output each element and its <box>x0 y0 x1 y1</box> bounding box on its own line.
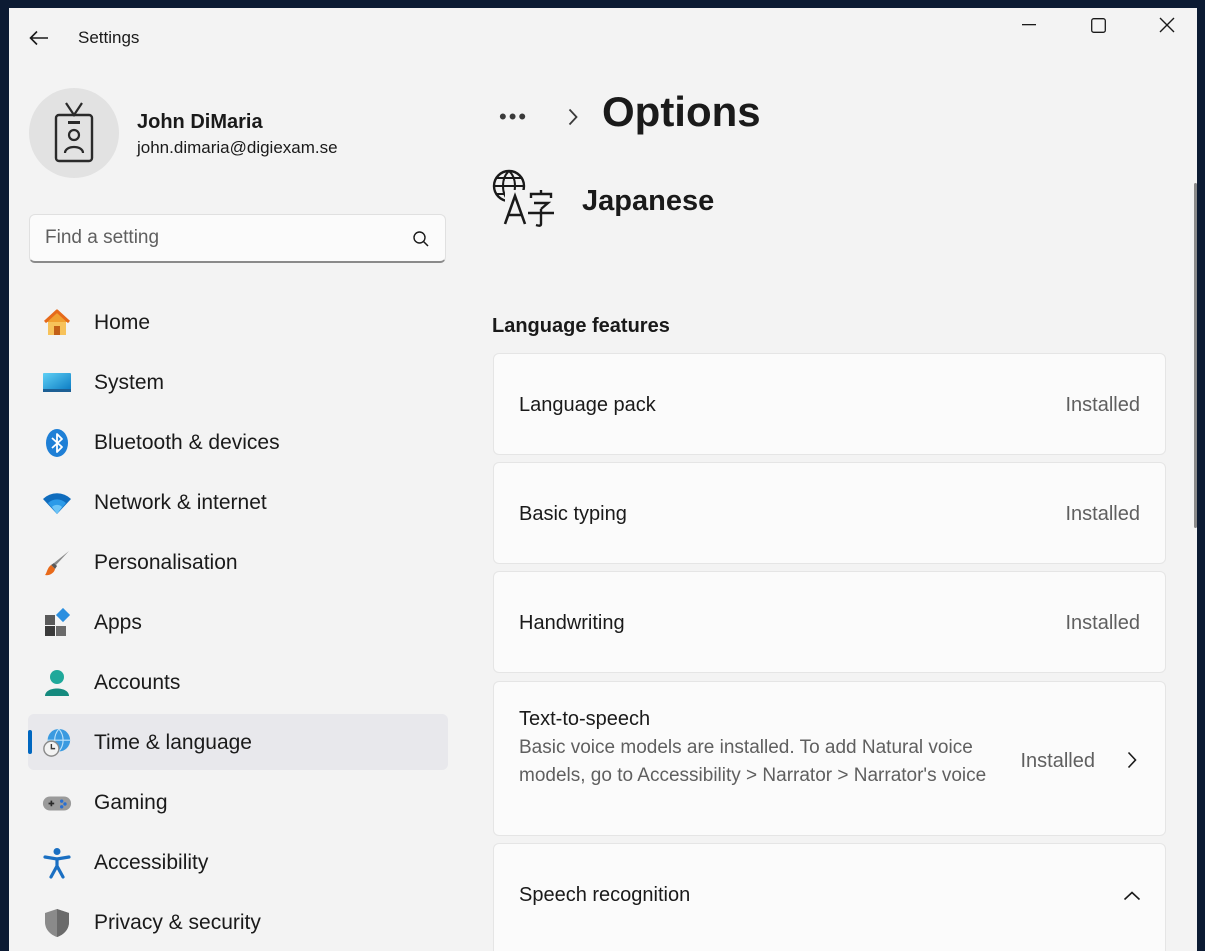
time-language-icon <box>42 728 72 758</box>
feature-status: Installed <box>1065 503 1141 525</box>
feature-status: Installed <box>1065 394 1141 416</box>
chevron-up-icon[interactable] <box>1123 884 1141 908</box>
feature-title: Handwriting <box>519 612 625 634</box>
maximize-icon <box>1090 17 1106 33</box>
close-icon <box>1159 17 1175 33</box>
avatar[interactable] <box>29 88 119 178</box>
sidebar-item-label: System <box>94 371 165 394</box>
home-icon <box>42 308 72 338</box>
sidebar-item-label: Network & internet <box>94 491 267 514</box>
user-name: John DiMaria <box>137 111 263 133</box>
search-input[interactable] <box>45 215 405 261</box>
apps-icon <box>42 608 72 638</box>
page-title: Options <box>602 88 761 135</box>
search-icon[interactable] <box>410 228 432 250</box>
feature-card-language-pack: Language pack Installed <box>493 353 1166 455</box>
accessibility-icon <box>42 848 72 879</box>
sidebar-item-personalisation[interactable]: Personalisation <box>28 534 448 590</box>
scrollbar[interactable] <box>1194 183 1197 528</box>
app-title: Settings <box>78 28 140 47</box>
feature-title: Speech recognition <box>519 884 691 906</box>
back-button[interactable] <box>23 22 55 54</box>
arrow-left-icon <box>29 30 48 46</box>
sidebar-item-system[interactable]: System <box>28 354 448 410</box>
sidebar-item-apps[interactable]: Apps <box>28 594 448 650</box>
feature-status: Installed <box>1065 612 1141 634</box>
wifi-icon <box>42 488 72 518</box>
chevron-right-icon <box>1123 748 1141 772</box>
sidebar-item-time-language[interactable]: Time & language <box>28 714 448 770</box>
sidebar-item-label: Time & language <box>94 731 252 754</box>
feature-card-handwriting: Handwriting Installed <box>493 571 1166 673</box>
close-button[interactable] <box>1133 8 1197 42</box>
brush-icon <box>42 548 72 578</box>
language-icon <box>491 168 555 228</box>
sidebar-item-label: Apps <box>94 611 142 634</box>
feature-title: Language pack <box>519 394 656 416</box>
language-name: Japanese <box>582 185 715 217</box>
system-icon <box>42 368 72 398</box>
active-indicator <box>28 730 32 754</box>
section-title: Language features <box>492 315 670 337</box>
bluetooth-icon <box>42 428 72 458</box>
maximize-button[interactable] <box>1064 8 1132 42</box>
minimize-button[interactable] <box>995 8 1063 42</box>
sidebar-item-label: Personalisation <box>94 551 238 574</box>
feature-title: Basic typing <box>519 503 627 525</box>
settings-window: Settings John DiMaria john.dimaria@digie… <box>9 8 1197 951</box>
badge-person-icon <box>54 102 94 163</box>
accounts-icon <box>42 668 72 698</box>
gamepad-icon <box>42 788 72 818</box>
minimize-icon <box>1022 24 1036 26</box>
feature-title: Text-to-speech <box>519 708 651 730</box>
feature-card-text-to-speech[interactable]: Text-to-speech Basic voice models are in… <box>493 681 1166 836</box>
sidebar-item-home[interactable]: Home <box>28 294 448 350</box>
sidebar-item-accounts[interactable]: Accounts <box>28 654 448 710</box>
user-email: john.dimaria@digiexam.se <box>137 138 338 157</box>
sidebar-item-label: Privacy & security <box>94 911 261 934</box>
sidebar-item-gaming[interactable]: Gaming <box>28 774 448 830</box>
sidebar-item-label: Bluetooth & devices <box>94 431 280 454</box>
sidebar-item-label: Accounts <box>94 671 181 694</box>
title-bar: Settings <box>9 8 1197 56</box>
sidebar-nav: Home System Bluetooth & devices Network … <box>28 294 448 951</box>
feature-card-speech-recognition[interactable]: Speech recognition <box>493 843 1166 951</box>
sidebar-item-bluetooth[interactable]: Bluetooth & devices <box>28 414 448 470</box>
sidebar-item-label: Home <box>94 311 151 334</box>
sidebar-item-network[interactable]: Network & internet <box>28 474 448 530</box>
sidebar-item-privacy[interactable]: Privacy & security <box>28 894 448 950</box>
feature-status: Installed <box>1020 750 1096 772</box>
sidebar-item-label: Gaming <box>94 791 168 814</box>
breadcrumb-overflow-button[interactable]: ••• <box>499 104 528 130</box>
sidebar-item-label: Accessibility <box>94 851 209 874</box>
feature-description: Basic voice models are installed. To add… <box>519 737 987 786</box>
search-box[interactable] <box>29 214 446 263</box>
sidebar-item-accessibility[interactable]: Accessibility <box>28 834 448 890</box>
shield-icon <box>42 908 72 938</box>
chevron-right-icon <box>564 102 582 132</box>
feature-card-basic-typing: Basic typing Installed <box>493 462 1166 564</box>
